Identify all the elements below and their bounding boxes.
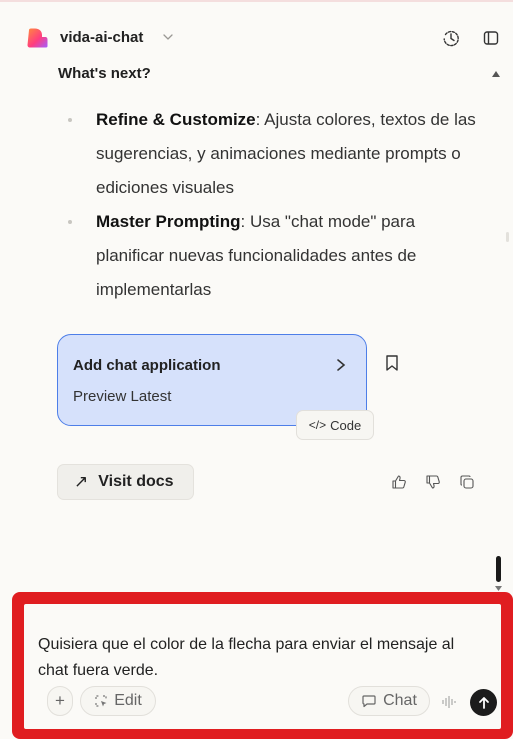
bullet-title: Refine & Customize [96, 110, 256, 129]
chat-label: Chat [383, 692, 417, 709]
code-icon: </> [308, 418, 327, 432]
bullet-dot [68, 118, 72, 122]
list-item: Refine & Customize: Ajusta colores, text… [62, 103, 482, 205]
code-button[interactable]: </> Code [296, 410, 374, 440]
scrollbar-marker [506, 232, 509, 242]
copy-icon[interactable] [459, 474, 475, 490]
collapse-triangle-icon[interactable] [492, 71, 500, 77]
section-title: What's next? [58, 65, 151, 82]
add-attachment-button[interactable]: + [47, 686, 73, 716]
voice-waveform-icon[interactable] [438, 693, 460, 711]
visit-docs-button[interactable]: ↗ Visit docs [57, 464, 194, 500]
bookmark-icon[interactable] [384, 354, 400, 372]
bullet-dot [68, 220, 72, 224]
history-icon[interactable] [441, 28, 461, 48]
message-input[interactable]: Quisiera que el color de la flecha para … [38, 632, 478, 684]
visit-docs-label: Visit docs [98, 473, 174, 490]
edit-label: Edit [114, 692, 142, 709]
top-divider [0, 0, 513, 2]
sidebar-toggle-icon[interactable] [481, 28, 501, 48]
bullet-list: Refine & Customize: Ajusta colores, text… [62, 103, 482, 307]
plus-icon: + [55, 691, 65, 710]
edit-button[interactable]: Edit [80, 686, 156, 716]
scrollbar-thumb[interactable] [496, 556, 501, 582]
card-subtitle: Preview Latest [73, 388, 172, 405]
send-button[interactable] [470, 689, 497, 716]
list-item: Master Prompting: Usa "chat mode" para p… [62, 205, 482, 307]
vida-logo-icon [27, 28, 48, 48]
chat-bubble-icon [362, 695, 376, 708]
chevron-down-icon[interactable] [161, 30, 175, 44]
app-name[interactable]: vida-ai-chat [60, 29, 143, 46]
chevron-right-icon[interactable] [334, 357, 348, 373]
header: vida-ai-chat [0, 20, 513, 56]
code-label: Code [330, 417, 362, 433]
composer-highlight-frame: Quisiera que el color de la flecha para … [12, 592, 513, 739]
thumbs-down-icon[interactable] [425, 474, 441, 490]
arrow-up-icon [478, 696, 489, 709]
scroll-down-arrow-icon[interactable] [495, 586, 502, 591]
thumbs-up-icon[interactable] [391, 474, 407, 490]
arrow-up-right-icon: ↗ [74, 472, 89, 491]
bullet-title: Master Prompting [96, 212, 241, 231]
composer[interactable]: Quisiera que el color de la flecha para … [24, 604, 501, 729]
card-title: Add chat application [73, 357, 221, 374]
chat-mode-button[interactable]: Chat [348, 686, 430, 716]
visual-edit-icon [95, 695, 107, 707]
